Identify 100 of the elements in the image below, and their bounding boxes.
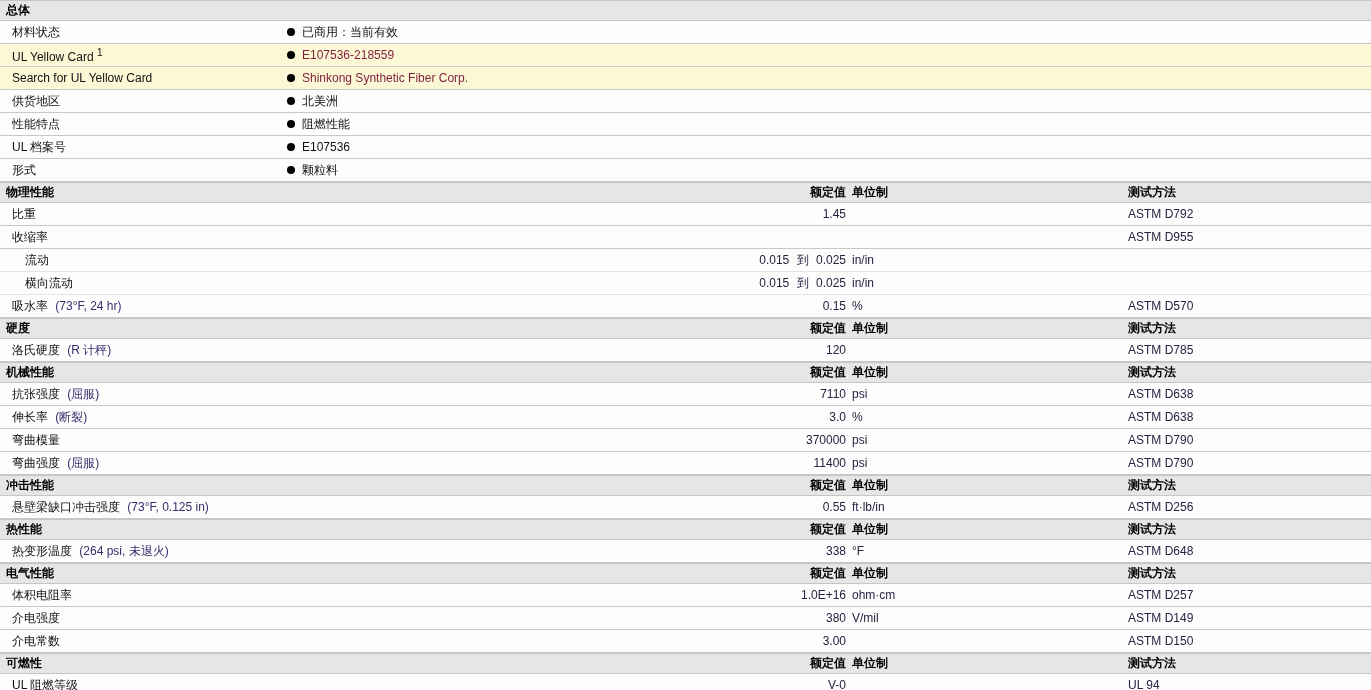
property-label: 材料状态 [11,23,61,41]
bullet-icon [287,28,295,36]
bullet-icon [287,166,295,174]
section-title: 电气性能 [5,565,55,582]
test-condition: (73°F, 0.125 in) [127,499,209,514]
column-header: 额定值 [809,521,846,538]
property-label: 弯曲强度 [12,455,60,470]
property-value: 0.55 [822,500,846,514]
column-header: 测试方法 [1128,184,1177,201]
property-value: 338 [825,544,846,558]
bullet-icon [287,97,295,105]
column-header: 单位制 [851,521,889,538]
bullet-icon [287,74,295,82]
column-header: 测试方法 [1128,477,1177,494]
property-value: 120 [825,343,846,357]
column-header: 额定值 [809,477,846,494]
column-header: 单位制 [851,565,889,582]
property-label: 体积电阻率 [12,587,72,602]
test-method: ASTM D792 [1128,207,1194,221]
property-value: 380 [825,611,846,625]
test-method: ASTM D570 [1128,299,1194,313]
property-value: 0.15 [822,299,846,313]
test-method: ASTM D955 [1128,230,1194,244]
property-label: 悬壁梁缺口冲击强度 [12,499,120,514]
property-label: UL 阻燃等级 [12,677,79,690]
test-method: ASTM D256 [1128,500,1194,514]
property-value: 7110 [820,387,846,401]
section-title: 热性能 [5,521,43,538]
property-value: 370000 [805,433,846,447]
unit: % [852,410,863,424]
test-method: ASTM D638 [1128,410,1194,424]
range-word: 到 [796,275,809,290]
test-method: ASTM D785 [1128,343,1194,357]
property-label: Search for UL Yellow Card [11,71,154,85]
unit: V/mil [852,611,879,625]
section-title: 可燃性 [5,655,43,672]
property-value: 0.015 [759,275,790,290]
unit: °F [852,544,865,558]
property-value: 1.0E+16 [800,588,846,602]
range-word: 到 [796,252,809,267]
property-value: 0.015 [759,252,790,267]
property-label: 介电强度 [12,610,60,625]
column-header: 额定值 [809,565,846,582]
column-header: 单位制 [851,184,889,201]
column-header: 测试方法 [1128,565,1177,582]
property-label: 比重 [12,206,36,221]
property-label: 弯曲模量 [12,432,60,447]
property-value: 1.45 [822,207,846,221]
property-label: 介电常数 [12,633,60,648]
property-label: 收缩率 [12,229,48,244]
column-header: 额定值 [809,184,846,201]
section-title: 物理性能 [5,184,55,201]
test-condition: (断裂) [55,409,88,424]
test-condition: (73°F, 24 hr) [55,298,122,313]
property-label: 伸长率 [12,409,48,424]
test-method: ASTM D648 [1128,544,1194,558]
test-method: ASTM D638 [1128,387,1194,401]
test-condition: (R 计秤) [67,342,112,357]
test-method: ASTM D790 [1128,433,1194,447]
column-header: 额定值 [809,364,846,381]
test-condition: (264 psi, 未退火) [79,543,169,558]
unit: in/in [852,276,874,290]
property-link[interactable]: Shinkong Synthetic Fiber Corp. [302,71,469,85]
test-condition: (屈服) [67,386,100,401]
property-label: 洛氏硬度 [12,342,60,357]
unit: % [852,299,863,313]
property-label: UL Yellow Card $^{1}$ [11,46,104,64]
property-label: 流动 [25,252,49,267]
unit: psi [852,456,868,470]
property-label: 形式 [11,161,37,179]
section-title: 冲击性能 [5,477,55,494]
property-label: 热变形温度 [12,543,72,558]
section-title: 总体 [6,2,30,19]
test-condition: (屈服) [67,455,100,470]
property-value: E107536 [302,140,351,154]
property-value: 北美洲 [302,92,338,110]
column-header: 单位制 [851,320,889,337]
column-header: 单位制 [851,655,889,672]
column-header: 额定值 [809,655,846,672]
property-label: 供货地区 [11,92,61,110]
property-link[interactable]: E107536-218559 [302,48,395,62]
section-title: 机械性能 [5,364,55,381]
column-header: 单位制 [851,364,889,381]
property-value: 颗粒料 [302,161,338,179]
column-header: 测试方法 [1128,521,1177,538]
unit: ohm·cm [852,588,896,602]
bullet-icon [287,120,295,128]
test-method: UL 94 [1128,678,1160,690]
section-title: 硬度 [5,320,31,337]
column-header: 测试方法 [1128,655,1177,672]
property-value: 0.025 [815,275,846,290]
column-header: 测试方法 [1128,364,1177,381]
unit: psi [852,433,868,447]
property-value: 阻燃性能 [302,115,350,133]
property-label: UL 档案号 [11,138,68,156]
property-value: V-0 [828,678,846,690]
bullet-icon [287,143,295,151]
test-method: ASTM D150 [1128,634,1194,648]
property-label: 抗张强度 [12,386,60,401]
property-value: 已商用：当前有效 [302,23,398,41]
